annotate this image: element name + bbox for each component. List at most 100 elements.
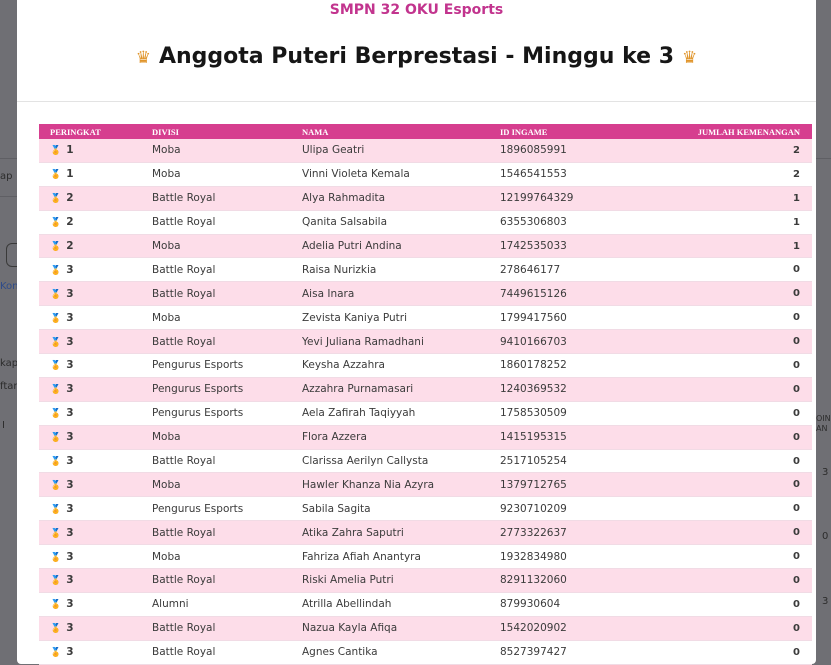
leaderboard-modal: SMPN 32 OKU Esports ♛ Anggota Puteri Berp… — [17, 0, 816, 665]
modal-title-text: Anggota Puteri Berprestasi - Minggu ke 3 — [158, 44, 675, 69]
wins-cell: 1 — [639, 210, 812, 235]
wins-cell: 0 — [639, 568, 812, 593]
nama-cell: Fahriza Afiah Anantyra — [291, 544, 489, 570]
bronze-medal-icon: 🏅 — [50, 504, 62, 515]
leaderboard-body: 🏅 1 Moba Ulipa Geatri 1896085991 2 🏅 1 Moba Vinni… — [39, 139, 812, 665]
nama-cell: Vinni Violeta Kemala — [291, 162, 489, 187]
divisi-cell: Battle Royal — [141, 616, 291, 641]
table-row: 🏅 3 Moba Fahriza Afiah Anantyra 1932834980 0 — [39, 544, 812, 570]
rank-value: 3 — [66, 311, 74, 324]
bg-text: 3 — [822, 596, 829, 607]
rank-cell: 🏅 3 — [39, 472, 141, 498]
divisi-cell: Moba — [141, 139, 291, 163]
table-row: 🏅 3 Battle Royal Raisa Nurizkia 278646177 0 — [39, 257, 812, 283]
wins-cell: 0 — [639, 401, 812, 426]
nama-cell: Hawler Khanza Nia Azyra — [291, 472, 489, 498]
wins-cell: 0 — [639, 353, 812, 378]
table-row: 🏅 3 Pengurus Esports Aela Zafirah Taqiyyah 1… — [39, 401, 812, 426]
divisi-cell: Battle Royal — [141, 640, 291, 665]
nama-cell: Riski Amelia Putri — [291, 568, 489, 593]
table-row: 🏅 2 Battle Royal Alya Rahmadita 12199764329 1 — [39, 186, 812, 211]
gold-medal-icon: 🏅 — [50, 146, 62, 157]
table-row: 🏅 3 Pengurus Esports Keysha Azzahra 18601782… — [39, 353, 812, 378]
wins-cell: 0 — [639, 544, 812, 570]
table-row: 🏅 1 Moba Ulipa Geatri 1896085991 2 — [39, 139, 812, 163]
id-ingame-cell: 1932834980 — [489, 544, 639, 570]
table-row: 🏅 3 Moba Hawler Khanza Nia Azyra 1379712765 0 — [39, 472, 812, 498]
divisi-cell: Battle Royal — [141, 449, 291, 474]
nama-cell: Alya Rahmadita — [291, 186, 489, 211]
rank-value: 3 — [66, 646, 74, 659]
school-name: SMPN 32 OKU Esports — [329, 2, 504, 18]
bg-text: 3 — [822, 467, 829, 478]
wins-cell: 0 — [639, 425, 812, 450]
rank-cell: 🏅 2 — [39, 210, 141, 235]
table-row: 🏅 3 Battle Royal Aisa Inara 7449615126 0 — [39, 281, 812, 307]
bg-text: AN — [816, 424, 828, 433]
rank-value: 3 — [66, 287, 74, 300]
divisi-cell: Moba — [141, 305, 291, 331]
wins-cell: 0 — [639, 616, 812, 641]
wins-cell: 0 — [639, 257, 812, 283]
bronze-medal-icon: 🏅 — [50, 289, 62, 300]
rank-value: 3 — [66, 526, 74, 539]
nama-cell: Flora Azzera — [291, 425, 489, 450]
rank-value: 3 — [66, 478, 74, 491]
id-ingame-cell: 9230710209 — [489, 496, 639, 522]
wins-cell: 2 — [639, 139, 812, 163]
divisi-cell: Pengurus Esports — [141, 353, 291, 378]
bg-text: I — [2, 420, 5, 431]
wins-cell: 0 — [639, 305, 812, 331]
bg-text: ftar — [0, 381, 18, 392]
table-row: 🏅 2 Battle Royal Qanita Salsabila 6355306803… — [39, 210, 812, 235]
header-peringkat: PERINGKAT — [39, 124, 141, 139]
nama-cell: Clarissa Aerilyn Callysta — [291, 449, 489, 474]
id-ingame-cell: 6355306803 — [489, 210, 639, 235]
bg-text: OIN — [816, 414, 831, 423]
rank-cell: 🏅 3 — [39, 281, 141, 307]
bronze-medal-icon: 🏅 — [50, 385, 62, 396]
bronze-medal-icon: 🏅 — [50, 648, 62, 659]
bg-divider — [0, 196, 17, 197]
bronze-medal-icon: 🏅 — [50, 624, 62, 635]
rank-cell: 🏅 3 — [39, 449, 141, 474]
rank-value: 1 — [66, 144, 74, 157]
id-ingame-cell: 8527397427 — [489, 640, 639, 665]
header-jumlah-kemenangan: JUMLAH KEMENANGAN — [639, 124, 812, 139]
rank-value: 3 — [66, 455, 74, 468]
wins-cell: 0 — [639, 520, 812, 546]
table-row: 🏅 3 Battle Royal Atika Zahra Saputri 2773322… — [39, 520, 812, 546]
wins-cell: 2 — [639, 162, 812, 187]
rank-cell: 🏅 3 — [39, 592, 141, 617]
id-ingame-cell: 879930604 — [489, 592, 639, 617]
rank-cell: 🏅 3 — [39, 353, 141, 378]
rank-value: 3 — [66, 263, 74, 276]
bronze-medal-icon: 🏅 — [50, 552, 62, 563]
id-ingame-cell: 12199764329 — [489, 186, 639, 211]
rank-value: 2 — [66, 216, 74, 229]
rank-cell: 🏅 3 — [39, 520, 141, 546]
divisi-cell: Pengurus Esports — [141, 496, 291, 522]
table-row: 🏅 3 Pengurus Esports Sabila Sagita 923071020… — [39, 496, 812, 522]
divisi-cell: Battle Royal — [141, 281, 291, 307]
rank-cell: 🏅 2 — [39, 234, 141, 259]
table-row: 🏅 3 Moba Zevista Kaniya Putri 1799417560 0 — [39, 305, 812, 331]
table-row: 🏅 3 Battle Royal Agnes Cantika 8527397427 0 — [39, 640, 812, 665]
rank-cell: 🏅 1 — [39, 162, 141, 187]
rank-cell: 🏅 3 — [39, 305, 141, 331]
bg-text: ap — [0, 171, 13, 182]
wins-cell: 0 — [639, 329, 812, 355]
bronze-medal-icon: 🏅 — [50, 576, 62, 587]
modal-title: ♛ Anggota Puteri Berprestasi - Minggu ke … — [17, 44, 816, 69]
wins-cell: 0 — [639, 449, 812, 474]
id-ingame-cell: 9410166703 — [489, 329, 639, 355]
rank-value: 3 — [66, 622, 74, 635]
table-header-row: PERINGKAT DIVISI NAMA ID INGAME JUMLAH K… — [39, 124, 812, 139]
rank-value: 3 — [66, 359, 74, 372]
rank-value: 3 — [66, 550, 74, 563]
bronze-medal-icon: 🏅 — [50, 361, 62, 372]
divisi-cell: Battle Royal — [141, 257, 291, 283]
nama-cell: Atrilla Abellindah — [291, 592, 489, 617]
nama-cell: Azzahra Purnamasari — [291, 377, 489, 402]
rank-cell: 🏅 3 — [39, 496, 141, 522]
